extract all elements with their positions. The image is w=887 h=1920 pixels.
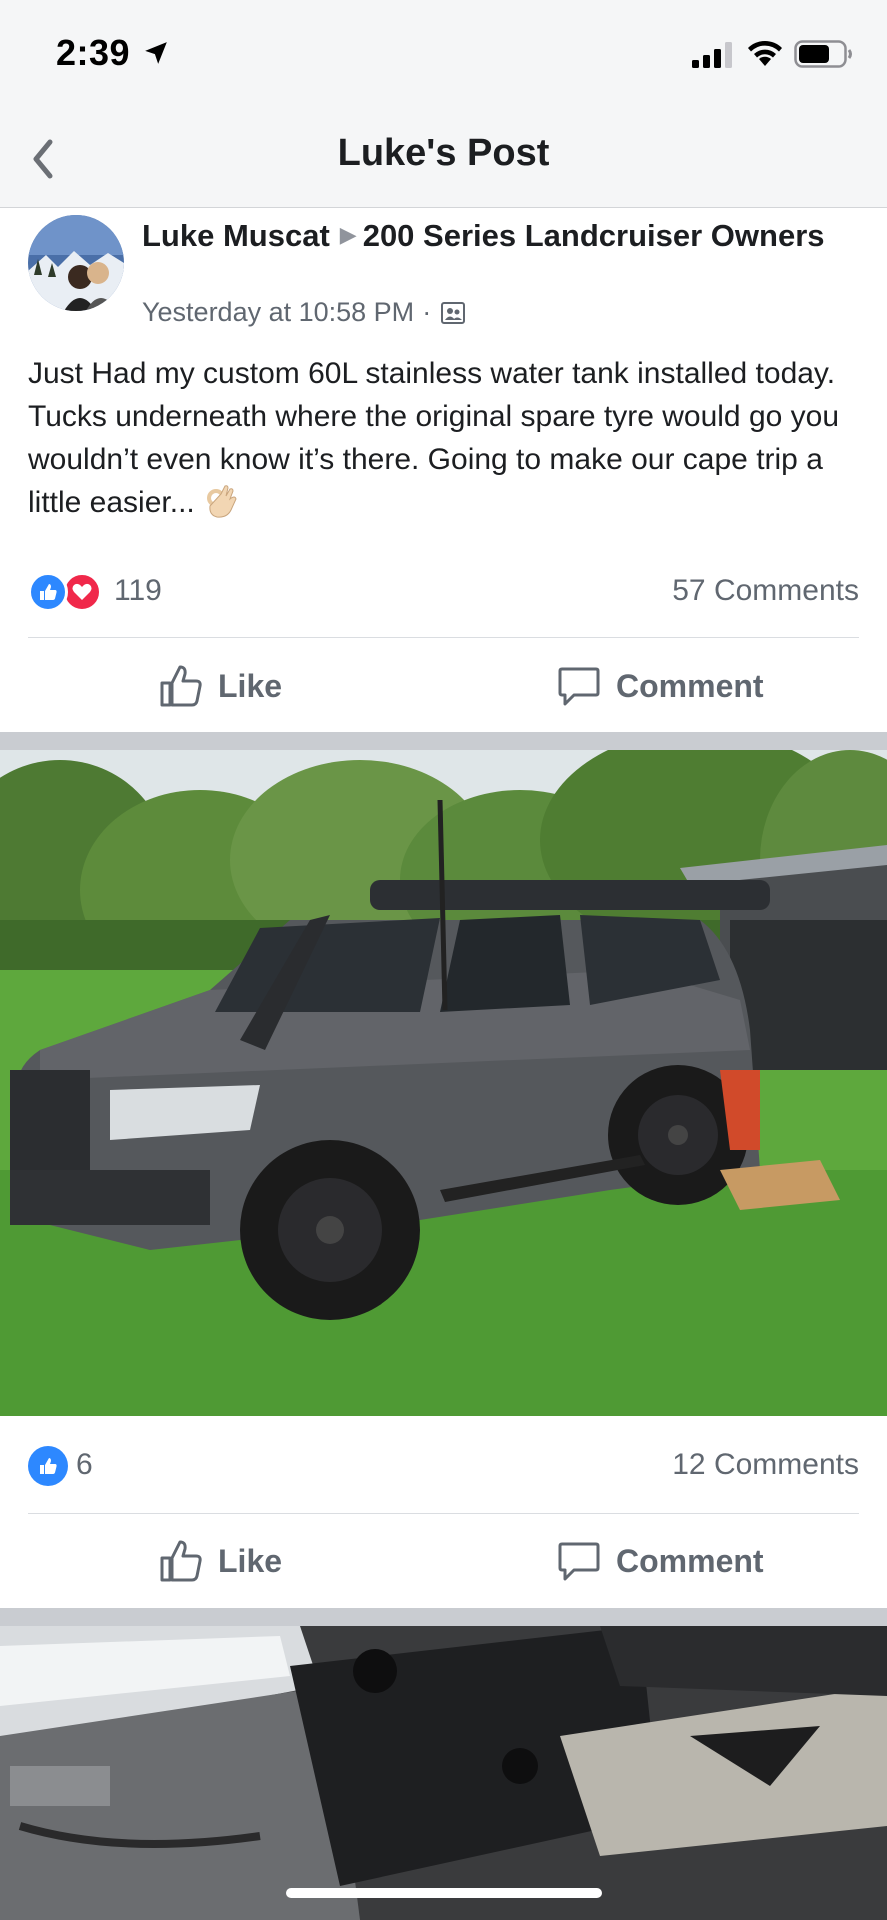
like-label: Like [218, 667, 283, 704]
post-header: Luke Muscat ▶ 200 Series Landcruiser Owner… [0, 209, 887, 339]
thumbs-up-icon [160, 665, 202, 707]
section-separator [0, 732, 887, 750]
section-separator [0, 1608, 887, 1626]
divider [28, 1513, 859, 1514]
group-name[interactable]: 200 Series Landcruiser Owners [363, 218, 825, 253]
like-reaction-icon[interactable] [28, 1446, 68, 1486]
comment-label: Comment [616, 667, 764, 704]
comment-label: Comment [616, 1542, 764, 1579]
meta-separator: · [422, 297, 432, 327]
comment-bubble-icon [558, 1542, 600, 1581]
reaction-count[interactable]: 6 [76, 1448, 93, 1482]
photo1-reactions-row: 6 12 Comments [28, 1442, 859, 1490]
top-bar: 2:39 Luke's Post [0, 0, 887, 208]
status-time: 2:39 [56, 32, 131, 73]
divider [28, 637, 859, 638]
post-text: Just Had my custom 60L stainless water t… [28, 352, 868, 524]
page-title: Luke's Post [337, 132, 550, 174]
reaction-icons[interactable] [28, 572, 108, 612]
post-reactions-row: 119 57 Comments [28, 568, 859, 616]
location-arrow-icon [145, 42, 167, 64]
like-button[interactable]: Like [158, 641, 282, 731]
comment-count[interactable]: 12 Comments [672, 1448, 859, 1482]
reaction-count[interactable]: 119 [114, 574, 162, 608]
comment-button[interactable]: Comment [556, 1516, 764, 1606]
battery-icon [794, 40, 852, 68]
author-name[interactable]: Luke Muscat [142, 218, 330, 253]
thumbs-up-icon [160, 1540, 202, 1582]
comment-count[interactable]: 57 Comments [672, 574, 859, 608]
photo1-actions: Like Comment [0, 1516, 887, 1606]
love-reaction-icon [62, 572, 102, 612]
nav-bar: Luke's Post [0, 110, 887, 208]
comment-button[interactable]: Comment [556, 641, 764, 731]
ok-hand-icon [206, 485, 237, 518]
home-indicator[interactable] [286, 1888, 602, 1898]
post-body: Just Had my custom 60L stainless water t… [28, 357, 840, 519]
like-button[interactable]: Like [158, 1516, 282, 1606]
group-icon [441, 301, 466, 324]
post-photo-water-tank[interactable] [0, 1626, 887, 1920]
post-author-line: Luke Muscat ▶ 200 Series Landcruiser Owner… [142, 215, 862, 256]
post-photo-landcruiser[interactable] [0, 750, 887, 1416]
like-reaction-icon [28, 572, 68, 612]
avatar[interactable] [28, 215, 124, 311]
post-timestamp[interactable]: Yesterday at 10:58 PM [142, 297, 414, 328]
signal-icon [692, 42, 732, 68]
arrow-right-icon: ▶ [339, 222, 357, 247]
wifi-icon [748, 40, 782, 66]
post-meta: Yesterday at 10:58 PM · [142, 297, 467, 328]
like-label: Like [218, 1542, 283, 1579]
post-actions: Like Comment [0, 641, 887, 731]
comment-bubble-icon [558, 667, 600, 706]
status-bar: 2:39 [0, 0, 887, 110]
